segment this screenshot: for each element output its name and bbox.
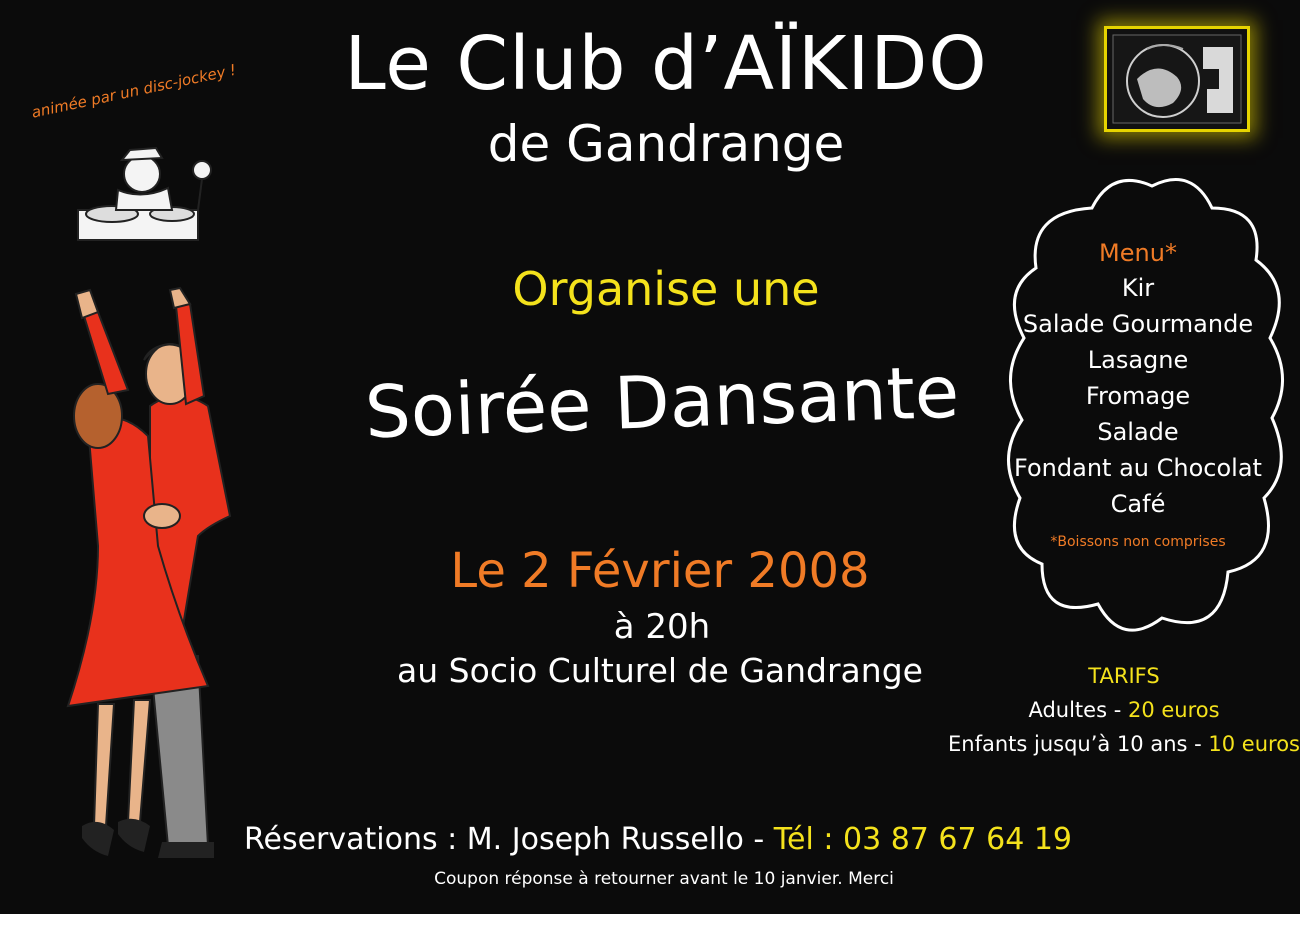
menu-item: Fromage: [1085, 382, 1191, 410]
organise-heading: Organise une: [512, 262, 820, 316]
coupon-note: Coupon réponse à retourner avant le 10 j…: [434, 869, 894, 889]
tarifs-title: TARIFS: [1088, 664, 1160, 688]
menu-item: Lasagne: [1087, 346, 1189, 374]
menu-item: Salade: [1097, 418, 1179, 446]
dj-illustration-icon: [72, 140, 220, 248]
reservation-phone: Tél : 03 87 67 64 19: [773, 822, 1072, 857]
menu-item: Kir: [1121, 274, 1155, 302]
club-title: Le Club d’AÏKIDO: [344, 21, 988, 107]
event-date: Le 2 Février 2008: [450, 543, 870, 599]
club-subtitle: de Gandrange: [487, 115, 845, 173]
tarif-child-label: Enfants jusqu’à 10 ans -: [948, 732, 1209, 756]
menu-item: Café: [1110, 490, 1166, 518]
tarif-adult-label: Adultes -: [1028, 698, 1128, 722]
tarif-adult: Adultes - 20 euros: [1028, 698, 1219, 722]
reservation-text: Réservations : M. Joseph Russello -: [244, 822, 774, 857]
event-name: Soirée Dansante: [363, 349, 961, 455]
dancing-couple-illustration: [58, 286, 254, 888]
menu-note: *Boissons non comprises: [1050, 534, 1226, 550]
menu-item: Salade Gourmande: [1022, 310, 1254, 338]
club-logo-icon: [1104, 26, 1250, 132]
event-time: à 20h: [613, 607, 711, 647]
flyer: Le Club d’AÏKIDO de Gandrange animée par…: [0, 0, 1300, 914]
dj-caption: animée par un disc-jockey !: [30, 60, 238, 122]
page-margin: [0, 914, 1300, 926]
menu-item: Fondant au Chocolat: [1014, 454, 1262, 482]
tarif-child: Enfants jusqu’à 10 ans - 10 euros: [948, 732, 1300, 756]
tarif-child-price: 10 euros: [1208, 732, 1300, 756]
menu-title: Menu*: [1099, 239, 1177, 267]
event-venue: au Socio Culturel de Gandrange: [397, 651, 923, 690]
tarif-adult-price: 20 euros: [1127, 698, 1220, 722]
reservation-line: Réservations : M. Joseph Russello - Tél …: [244, 820, 1072, 860]
